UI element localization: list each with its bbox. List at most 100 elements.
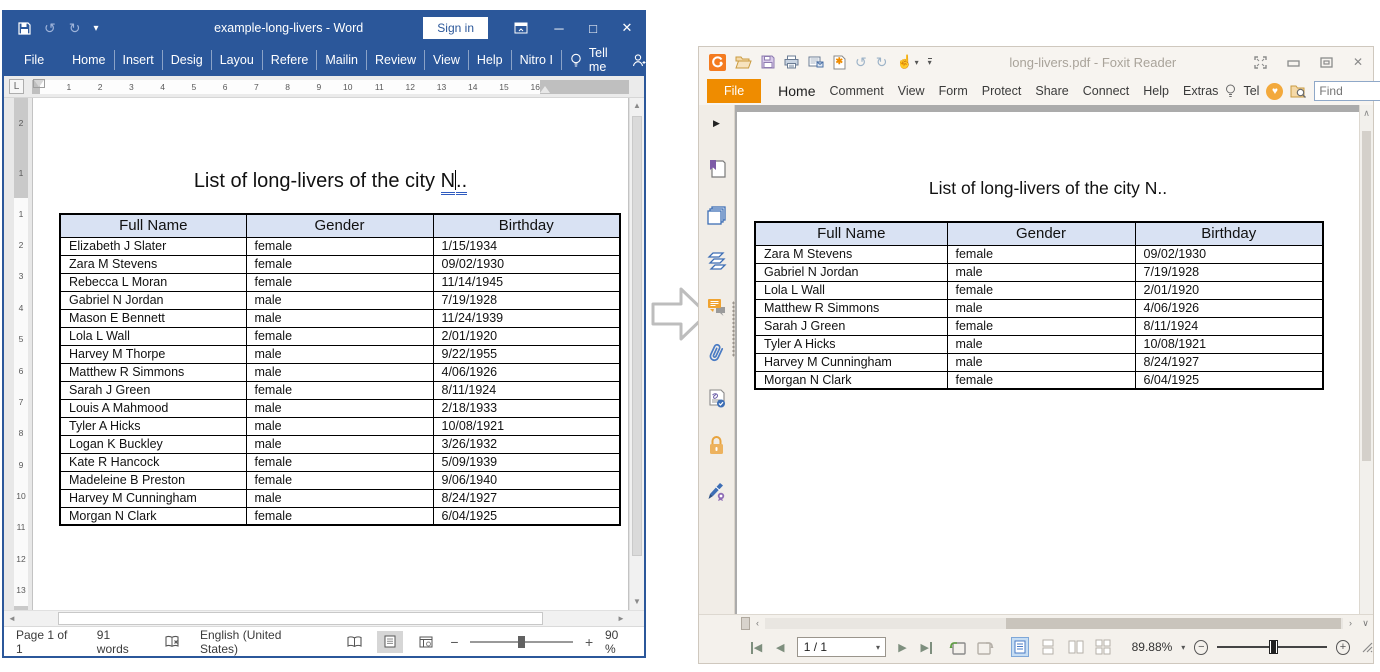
scroll-left-arrow[interactable]: ‹ [750, 618, 765, 628]
first-line-indent-marker[interactable] [34, 80, 44, 87]
hand-tool-dropdown-icon[interactable]: ▾ [915, 58, 919, 67]
pdf-page[interactable]: List of long-livers of the city N.. Full… [737, 112, 1359, 614]
scrollbar-thumb[interactable] [58, 612, 543, 625]
close-button[interactable]: ✕ [1353, 55, 1363, 69]
create-pdf-icon[interactable]: ✱ [833, 55, 846, 70]
print-layout-button[interactable] [377, 631, 403, 653]
file-tab[interactable]: File [707, 79, 761, 103]
search-icon[interactable] [1290, 84, 1307, 98]
vertical-scrollbar[interactable]: ∧ [1359, 105, 1373, 614]
tell-me-button[interactable]: Tell me [562, 46, 616, 74]
zoom-slider[interactable] [470, 641, 573, 643]
zoom-slider-thumb[interactable] [518, 636, 525, 648]
read-mode-button[interactable] [342, 631, 368, 653]
panel-expand-icon[interactable]: ▶ [707, 113, 727, 133]
zoom-out-button[interactable]: − [1194, 640, 1208, 655]
ribbon-tab[interactable]: Home [64, 50, 114, 70]
page-dropdown-icon[interactable]: ▾ [876, 643, 885, 652]
save-icon[interactable] [18, 22, 31, 35]
email-icon[interactable] [808, 56, 824, 68]
find-input[interactable] [1315, 84, 1380, 98]
scroll-up-arrow[interactable]: ∧ [1360, 105, 1373, 121]
menu-item[interactable]: View [891, 80, 932, 102]
comments-panel-icon[interactable] [707, 297, 727, 317]
ribbon-tab[interactable]: View [425, 50, 469, 70]
undo-icon[interactable]: ↺ [855, 54, 867, 71]
ribbon-tab[interactable]: Mailin [317, 50, 367, 70]
panel-grab-handle[interactable] [741, 617, 750, 630]
menu-item[interactable]: Protect [975, 80, 1029, 102]
share-button[interactable]: Share [624, 53, 694, 67]
tell-me-button[interactable]: Tel [1243, 84, 1259, 98]
open-file-icon[interactable] [735, 55, 752, 69]
scroll-right-arrow[interactable]: ► [613, 614, 629, 623]
layers-panel-icon[interactable] [707, 251, 727, 271]
attachments-panel-icon[interactable] [707, 343, 727, 363]
continuous-view-button[interactable] [1038, 637, 1057, 657]
previous-view-icon[interactable] [949, 639, 967, 655]
single-page-view-button[interactable] [1011, 637, 1030, 657]
restore-button[interactable] [1320, 57, 1333, 68]
digital-signatures-panel-icon[interactable] [707, 389, 727, 409]
word-count[interactable]: 91 words [97, 628, 145, 656]
scrollbar-thumb[interactable] [632, 116, 642, 556]
scroll-down-arrow[interactable]: ▼ [630, 594, 644, 610]
scrollbar-thumb[interactable] [1006, 618, 1341, 629]
minimize-button[interactable] [1287, 58, 1300, 67]
horizontal-scrollbar[interactable]: ‹ › ∨ [699, 614, 1373, 631]
menu-item[interactable]: Help [1136, 80, 1176, 102]
web-layout-button[interactable] [413, 631, 439, 653]
word-page[interactable]: List of long-livers of the city N.. Full… [32, 98, 629, 610]
menu-item[interactable]: Share [1028, 80, 1075, 102]
signature-panel-icon[interactable] [707, 481, 727, 501]
resize-grip[interactable] [1361, 641, 1373, 653]
page-indicator[interactable]: Page 1 of 1 [16, 628, 77, 656]
maximize-button[interactable]: □ [576, 21, 610, 36]
undo-icon[interactable]: ↺ [44, 20, 56, 37]
redo-icon[interactable]: ↻ [69, 20, 81, 37]
previous-page-button[interactable]: ◀ [773, 641, 788, 654]
ribbon-tab[interactable]: Layou [212, 50, 263, 70]
page-number-box[interactable]: 1 / 1 ▾ [797, 637, 886, 657]
sign-in-button[interactable]: Sign in [423, 17, 488, 39]
right-indent-marker[interactable] [540, 86, 550, 93]
pages-panel-icon[interactable] [707, 205, 727, 225]
language-indicator[interactable]: English (United States) [200, 628, 322, 656]
bookmarks-panel-icon[interactable] [707, 159, 727, 179]
scroll-right-arrow[interactable]: › [1343, 618, 1358, 628]
fullscreen-icon[interactable] [1254, 56, 1267, 69]
menu-item[interactable]: Form [932, 80, 975, 102]
scroll-down-arrow[interactable]: ∨ [1358, 618, 1373, 629]
close-button[interactable]: ✕ [610, 20, 644, 36]
ribbon-display-options-icon[interactable] [514, 22, 528, 34]
first-page-button[interactable]: ◀ [749, 641, 764, 654]
zoom-dropdown-icon[interactable]: ▾ [1181, 643, 1185, 652]
hand-tool-button[interactable]: ☝ ▾ [896, 54, 918, 70]
menu-item[interactable]: Home [771, 79, 822, 103]
ribbon-tab[interactable]: Nitro I [512, 50, 562, 70]
ribbon-tab[interactable]: Help [469, 50, 512, 70]
save-icon[interactable] [761, 55, 775, 69]
minimize-button[interactable]: ─ [542, 21, 576, 36]
zoom-percentage[interactable]: 90 % [605, 628, 632, 656]
zoom-in-button[interactable]: + [1336, 640, 1350, 655]
vertical-scrollbar[interactable]: ▲ ▼ [629, 98, 644, 610]
print-icon[interactable] [784, 55, 799, 69]
scrollbar-track[interactable] [20, 611, 613, 626]
horizontal-scrollbar[interactable]: ◄ ► [4, 610, 644, 626]
scrollbar-thumb[interactable] [1362, 131, 1371, 461]
proofing-status-icon[interactable] [165, 635, 180, 649]
scrollbar-track[interactable] [765, 618, 1343, 629]
scroll-up-arrow[interactable]: ▲ [630, 98, 644, 114]
menu-item[interactable]: Extras [1176, 80, 1225, 102]
ribbon-tab[interactable]: File [16, 50, 64, 70]
tab-stop-selector[interactable]: L [9, 79, 24, 94]
next-view-icon[interactable] [976, 639, 994, 655]
ribbon-tab[interactable]: Insert [115, 50, 163, 70]
zoom-out-button[interactable]: − [449, 634, 461, 650]
customize-qat-icon[interactable]: ▾ [93, 23, 98, 34]
zoom-percentage[interactable]: 89.88% [1132, 640, 1173, 654]
menu-item[interactable]: Comment [823, 80, 891, 102]
ribbon-tab[interactable]: Desig [163, 50, 212, 70]
continuous-facing-view-button[interactable] [1094, 637, 1113, 657]
